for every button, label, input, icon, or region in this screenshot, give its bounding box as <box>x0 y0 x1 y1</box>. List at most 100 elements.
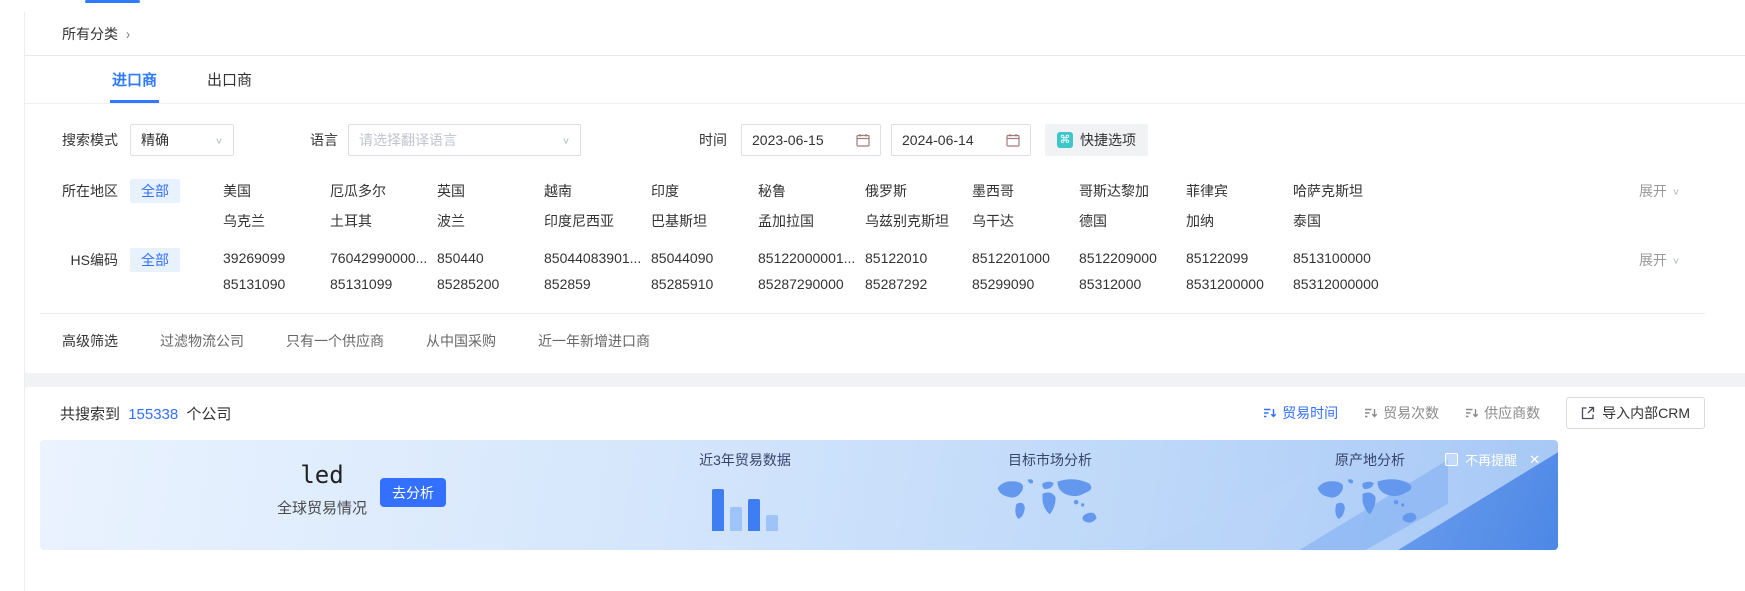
search-mode-select[interactable]: 精确 ∨ <box>130 124 234 156</box>
tab-exporters[interactable]: 出口商 <box>205 56 254 103</box>
region-item[interactable]: 美国 <box>223 181 330 201</box>
hs-code-item[interactable]: 85312000000 <box>1293 276 1400 292</box>
hs-code-item[interactable]: 85131090 <box>223 276 330 292</box>
region-item[interactable]: 波兰 <box>437 211 544 231</box>
hs-code-item[interactable]: 8512209000 <box>1079 250 1186 266</box>
hs-code-item[interactable]: 8513100000 <box>1293 250 1400 266</box>
breadcrumb-row: 所有分类 › <box>0 12 1745 56</box>
region-item[interactable]: 乌克兰 <box>223 211 330 231</box>
results-section: 共搜索到 155338 个公司 贸易时间 贸易次数 供应商数 <box>0 387 1745 591</box>
hs-code-item[interactable]: 85122099 <box>1186 250 1293 266</box>
bar <box>730 507 742 531</box>
hs-code-item[interactable]: 85285910 <box>651 276 758 292</box>
banner-section-origin-title: 原产地分析 <box>1290 450 1450 470</box>
close-icon[interactable]: ✕ <box>1529 452 1540 468</box>
language-placeholder: 请选择翻译语言 <box>359 130 457 150</box>
region-item[interactable]: 菲律宾 <box>1186 181 1293 201</box>
region-expand-link[interactable]: 展开 ∨ <box>1639 181 1680 201</box>
search-mode-label: 搜索模式 <box>62 130 118 150</box>
region-item[interactable]: 秘鲁 <box>758 181 865 201</box>
hs-label: HS编码 <box>62 250 118 270</box>
region-all-chip[interactable]: 全部 <box>130 179 180 203</box>
chevron-down-icon: ∨ <box>1672 186 1680 196</box>
hs-code-item[interactable]: 85299090 <box>972 276 1079 292</box>
hs-code-item[interactable]: 85287292 <box>865 276 972 292</box>
results-count-suffix: 个公司 <box>186 406 231 423</box>
language-label: 语言 <box>282 130 338 150</box>
hs-all-chip[interactable]: 全部 <box>130 248 180 272</box>
sort-trade-time[interactable]: 贸易时间 <box>1263 403 1338 423</box>
section-gap <box>0 373 1745 387</box>
world-map-icon <box>992 476 1108 532</box>
region-item[interactable]: 哥斯达黎加 <box>1079 181 1186 201</box>
date-start-input[interactable]: 2023-06-15 <box>741 124 881 156</box>
region-item[interactable]: 德国 <box>1079 211 1186 231</box>
hs-code-item[interactable]: 85287290000 <box>758 276 865 292</box>
date-end-value: 2024-06-14 <box>902 132 974 148</box>
hs-code-item[interactable]: 85285200 <box>437 276 544 292</box>
sort-trade-count[interactable]: 贸易次数 <box>1364 403 1439 423</box>
chevron-down-icon: ∨ <box>215 135 223 145</box>
chevron-down-icon: ∨ <box>562 135 570 145</box>
region-item[interactable]: 乌兹别克斯坦 <box>865 211 972 231</box>
sort-supplier-count[interactable]: 供应商数 <box>1465 403 1540 423</box>
dismiss-checkbox[interactable] <box>1445 453 1458 466</box>
quick-options-label: 快捷选项 <box>1080 130 1136 150</box>
hs-code-item[interactable]: 850440 <box>437 250 544 266</box>
hs-code-item[interactable]: 39269099 <box>223 250 330 266</box>
hs-code-item[interactable]: 85312000 <box>1079 276 1186 292</box>
world-map-icon <box>1312 476 1428 532</box>
hs-code-item[interactable]: 852859 <box>544 276 651 292</box>
advanced-item-filter-logistics[interactable]: 过滤物流公司 <box>160 331 244 351</box>
breadcrumb[interactable]: 所有分类 › <box>62 24 130 44</box>
hs-code-item[interactable]: 85044090 <box>651 250 758 266</box>
advanced-item-new-importers[interactable]: 近一年新增进口商 <box>538 331 650 351</box>
hs-expand-link[interactable]: 展开 ∨ <box>1639 250 1680 270</box>
hs-code-item[interactable]: 85122000001... <box>758 250 865 266</box>
region-item[interactable]: 土耳其 <box>330 211 437 231</box>
language-select[interactable]: 请选择翻译语言 ∨ <box>348 124 581 156</box>
quick-options-button[interactable]: ⌘ 快捷选项 <box>1045 124 1148 156</box>
bar <box>748 499 760 531</box>
import-crm-button[interactable]: 导入内部CRM <box>1566 397 1705 429</box>
hs-expand-label: 展开 <box>1639 250 1667 270</box>
banner-section-target-market-title: 目标市场分析 <box>970 450 1130 470</box>
banner-section-target-market: 目标市场分析 <box>970 450 1130 532</box>
hs-code-item[interactable]: 8531200000 <box>1186 276 1293 292</box>
region-item[interactable]: 印度尼西亚 <box>544 211 651 231</box>
region-item[interactable]: 俄罗斯 <box>865 181 972 201</box>
calendar-icon <box>1006 133 1020 147</box>
hs-code-item[interactable]: 8512201000 <box>972 250 1079 266</box>
hs-code-item[interactable]: 85044083901... <box>544 250 651 266</box>
sort-trade-time-label: 贸易时间 <box>1282 403 1338 423</box>
bar <box>766 515 778 531</box>
search-mode-value: 精确 <box>141 130 169 150</box>
region-item[interactable]: 泰国 <box>1293 211 1400 231</box>
analysis-banner: led 全球贸易情况 去分析 近3年贸易数据 目标市场分析 <box>40 440 1558 550</box>
region-item[interactable]: 哈萨克斯坦 <box>1293 181 1400 201</box>
results-count-number[interactable]: 155338 <box>124 406 182 423</box>
sort-controls: 贸易时间 贸易次数 供应商数 <box>1263 403 1540 423</box>
tab-bar: 进口商 出口商 <box>0 56 1745 104</box>
region-item[interactable]: 加纳 <box>1186 211 1293 231</box>
calendar-icon <box>856 133 870 147</box>
advanced-item-single-supplier[interactable]: 只有一个供应商 <box>286 331 384 351</box>
region-filter-row: 所在地区 全部 美国 厄瓜多尔 英国 越南 印度 秘鲁 俄罗斯 墨西哥 哥斯达黎… <box>0 181 1745 231</box>
region-item[interactable]: 乌干达 <box>972 211 1079 231</box>
region-item[interactable]: 印度 <box>651 181 758 201</box>
hs-code-item[interactable]: 85131099 <box>330 276 437 292</box>
region-item[interactable]: 墨西哥 <box>972 181 1079 201</box>
region-expand-label: 展开 <box>1639 181 1667 201</box>
region-item[interactable]: 越南 <box>544 181 651 201</box>
tab-importers[interactable]: 进口商 <box>110 56 159 103</box>
hs-code-item[interactable]: 85122010 <box>865 250 972 266</box>
region-item[interactable]: 英国 <box>437 181 544 201</box>
analyze-button[interactable]: 去分析 <box>380 478 446 507</box>
hs-code-item[interactable]: 76042990000... <box>330 250 437 266</box>
region-item[interactable]: 巴基斯坦 <box>651 211 758 231</box>
banner-section-origin: 原产地分析 <box>1290 450 1450 532</box>
advanced-item-sourced-from-china[interactable]: 从中国采购 <box>426 331 496 351</box>
region-item[interactable]: 厄瓜多尔 <box>330 181 437 201</box>
date-end-input[interactable]: 2024-06-14 <box>891 124 1031 156</box>
region-item[interactable]: 孟加拉国 <box>758 211 865 231</box>
